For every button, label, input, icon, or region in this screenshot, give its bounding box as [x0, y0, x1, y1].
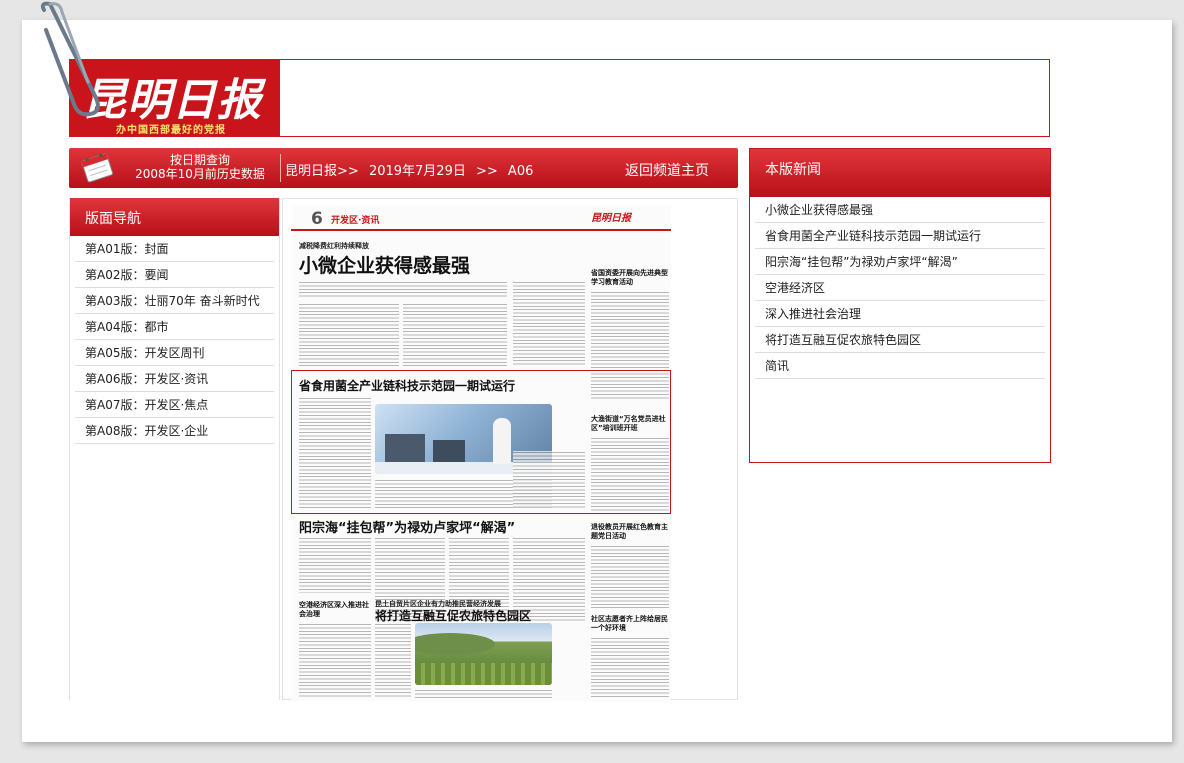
breadcrumb-page[interactable]: A06 [508, 164, 533, 179]
page-number: 6 [311, 209, 323, 229]
breadcrumb-date[interactable]: 2019年7月29日 [369, 164, 466, 179]
breadcrumb: 昆明日报>> 2019年7月29日 >> A06 [285, 160, 539, 179]
edition-link-a07[interactable]: 第A07版：开发区·焦点 [75, 392, 274, 418]
side-headline[interactable]: 省国资委开展向先进典型学习教育活动 [591, 269, 669, 287]
news-link-fungus-park[interactable]: 省食用菌全产业链科技示范园一期试运行 [755, 223, 1045, 249]
article-headline-small-business[interactable]: 小微企业获得感最强 [299, 251, 470, 278]
news-link-agri-park[interactable]: 将打造互融互促农旅特色园区 [755, 327, 1045, 353]
article-headline-yangzonghai[interactable]: 阳宗海“挂包帮”为禄劝卢家坪“解渴” [299, 517, 515, 536]
article-text [375, 623, 411, 699]
edition-link-a04[interactable]: 第A04版：都市 [75, 314, 274, 340]
article-text [299, 397, 371, 509]
article-headline-agri-park[interactable]: 将打造互融互促农旅特色园区 [375, 607, 531, 624]
edition-nav-title: 版面导航 [70, 198, 279, 236]
page-header: 6 开发区·资讯 昆明日报 [291, 205, 671, 231]
news-link-social-governance[interactable]: 深入推进社会治理 [755, 301, 1045, 327]
history-data-label: 2008年10月前历史数据 [135, 167, 265, 181]
edition-link-a05[interactable]: 第A05版：开发区周刊 [75, 340, 274, 366]
paperclip-icon [40, 1, 100, 117]
edition-link-a03[interactable]: 第A03版：壮丽70年 奋斗新时代 [75, 288, 274, 314]
article-text [299, 537, 371, 593]
date-query-link[interactable]: 按日期查询 2008年10月前历史数据 [125, 153, 275, 181]
news-link-briefs[interactable]: 简讯 [755, 353, 1045, 379]
article-text [591, 437, 669, 513]
date-query-label: 按日期查询 [169, 153, 230, 167]
logo-text: 昆明日报 [82, 75, 262, 126]
article-text [513, 451, 585, 509]
news-link-small-business[interactable]: 小微企业获得感最强 [755, 197, 1045, 223]
calendar-icon[interactable] [80, 151, 114, 183]
page-logo: 昆明日报 [591, 213, 631, 224]
newspaper-page-viewer: 6 开发区·资讯 昆明日报 减税降费红利持续释放 小微企业获得感最强 省国资委开… [282, 198, 738, 701]
edition-link-a06[interactable]: 第A06版：开发区·资讯 [75, 366, 274, 392]
article-lead [299, 281, 507, 299]
edition-link-a01[interactable]: 第A01版：封面 [75, 236, 274, 262]
return-channel-home-link[interactable]: 返回频道主页 [625, 160, 709, 180]
edition-navigation: 版面导航 第A01版：封面 第A02版：要闻 第A03版：壮丽70年 奋斗新时代… [69, 198, 280, 700]
newspaper-page-image: 6 开发区·资讯 昆明日报 减税降费红利持续释放 小微企业获得感最强 省国资委开… [291, 205, 671, 701]
article-kicker: 减税降费红利持续释放 [299, 242, 369, 250]
article-text [415, 689, 552, 699]
side-headline[interactable]: 退役教员开展红色教育主题党日活动 [591, 523, 669, 541]
page-news-title: 本版新闻 [750, 149, 1050, 197]
article-text [513, 281, 585, 367]
farm-photo [415, 623, 552, 685]
edition-link-a08[interactable]: 第A08版：开发区·企业 [75, 418, 274, 444]
page-news-panel: 本版新闻 小微企业获得感最强 省食用菌全产业链科技示范园一期试运行 阳宗海“挂包… [749, 148, 1051, 463]
side-headline[interactable]: 空港经济区深入推进社会治理 [299, 601, 371, 619]
masthead: 昆明日报 办中国西部最好的党报 [69, 59, 1050, 137]
article-text [299, 623, 371, 699]
side-headline[interactable]: 社区志愿者齐上阵给居民一个好环境 [591, 615, 669, 633]
edition-link-a02[interactable]: 第A02版：要闻 [75, 262, 274, 288]
news-link-airport-zone[interactable]: 空港经济区 [755, 275, 1045, 301]
navigation-bar: 按日期查询 2008年10月前历史数据 昆明日报>> 2019年7月29日 >>… [69, 148, 738, 188]
logo-slogan: 办中国西部最好的党报 [116, 125, 226, 136]
news-link-yangzonghai[interactable]: 阳宗海“挂包帮”为禄劝卢家坪“解渴” [755, 249, 1045, 275]
breadcrumb-paper[interactable]: 昆明日报>> [285, 164, 359, 179]
nav-divider [280, 154, 281, 182]
article-text [403, 303, 507, 367]
side-headline[interactable]: 大渔街道“万名党员进社区”培训班开班 [591, 415, 669, 433]
article-text [299, 303, 399, 367]
article-headline-fungus-park[interactable]: 省食用菌全产业链科技示范园一期试运行 [299, 377, 515, 394]
page-section: 开发区·资讯 [331, 216, 380, 226]
breadcrumb-separator: >> [475, 164, 498, 179]
article-text [591, 545, 669, 609]
article-text [591, 637, 669, 699]
